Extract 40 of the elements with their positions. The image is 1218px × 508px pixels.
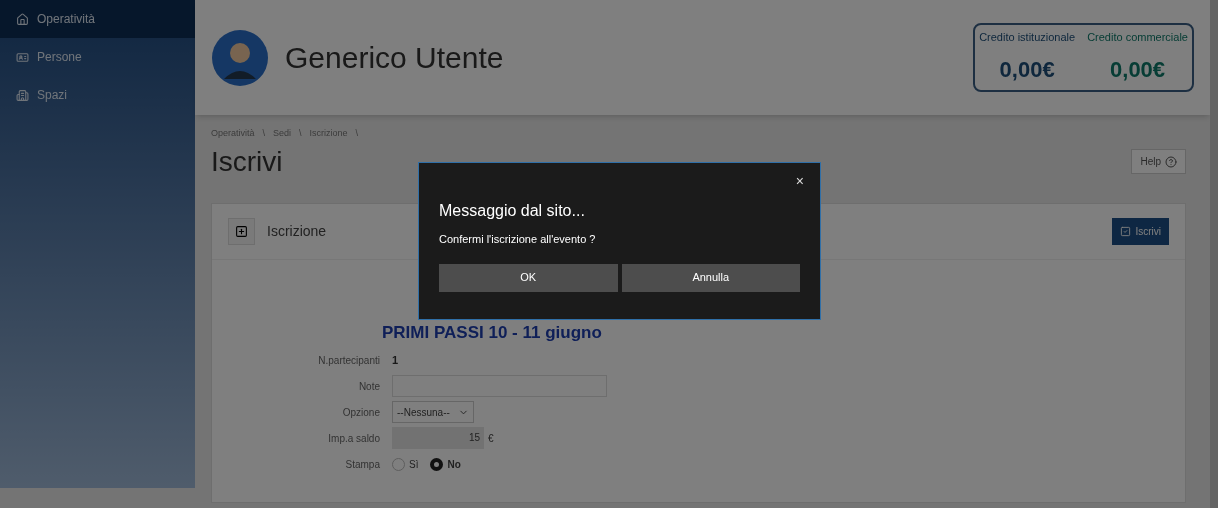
sidebar-item[interactable]: Persone [0,38,195,76]
credit-label: Credito istituzionale [979,29,1076,45]
radio-option[interactable]: Sì [392,456,419,472]
radio-option[interactable]: No [430,456,461,472]
amount-field[interactable]: 15 [392,427,484,449]
credit-value: 0,00€ [999,56,1055,85]
avatar-icon [211,28,269,87]
credit-label: Credito commerciale [1087,29,1188,45]
panel-title: Iscrizione [267,221,327,241]
page-title: Iscrivi [211,144,283,179]
breadcrumb-separator: \ [355,127,359,140]
field-label: Note [357,379,381,394]
field-label: Stampa [344,457,381,472]
building-icon [16,88,29,102]
submit-button[interactable]: Iscrivi [1112,217,1169,245]
dialog-message: Confermi l'iscrizione all'evento ? [439,232,597,247]
sidebar-item[interactable]: Operatività [0,0,195,38]
home-icon [16,12,29,26]
event-title: PRIMI PASSI 10 - 11 giugno [382,321,603,344]
dialog-title: Messaggio dal sito... [439,201,586,221]
credit-value: 0,00€ [1110,56,1166,85]
help-button[interactable]: Help [1131,149,1186,174]
dialog-button[interactable]: OK [439,263,618,292]
scrollbar[interactable] [1210,0,1218,508]
option-select[interactable]: --Nessuna-- [392,401,474,423]
breadcrumb-separator: \ [262,127,266,140]
field-label: Imp.a saldo [327,431,381,446]
field-label: Opzione [341,405,381,420]
currency-label: € [488,431,494,446]
sidebar-item[interactable]: Spazi [0,76,195,114]
dialog-button[interactable]: Annulla [621,263,800,292]
breadcrumb-separator: \ [299,127,302,140]
field-label: N.partecipanti [317,353,381,368]
help-icon [1165,155,1177,168]
close-button[interactable]: × [795,171,804,192]
panel-icon [235,224,248,238]
id-card-icon [16,50,29,64]
field-value: 1 [392,352,399,368]
user-name: Generico Utente [285,40,504,76]
check-icon [1120,225,1132,237]
